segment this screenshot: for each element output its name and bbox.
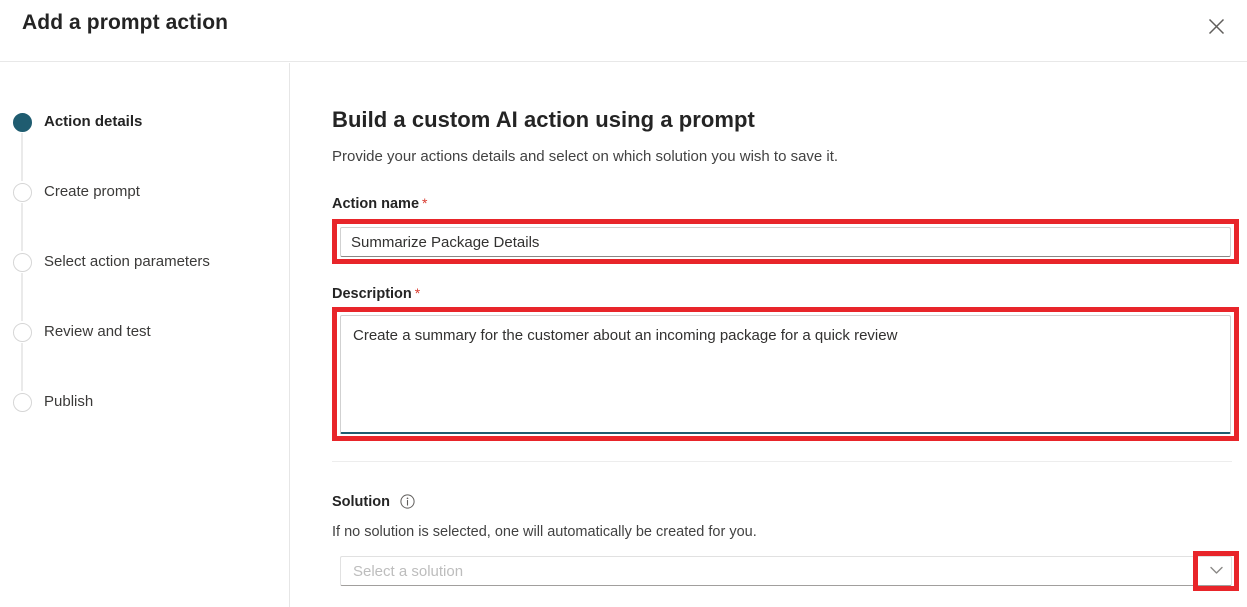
stepper-connector bbox=[21, 203, 23, 251]
close-button[interactable] bbox=[1197, 9, 1235, 43]
description-label: Description bbox=[332, 286, 412, 302]
dialog-title: Add a prompt action bbox=[22, 11, 229, 34]
solution-select[interactable]: Select a solution bbox=[332, 550, 1239, 592]
stepper-dot-empty-icon bbox=[12, 253, 32, 272]
solution-helper-text: If no solution is selected, one will aut… bbox=[332, 524, 757, 540]
stepper-item-create-prompt[interactable]: Create prompt bbox=[0, 181, 290, 251]
stepper-dot-empty-icon bbox=[12, 323, 32, 342]
solution-select-chevron-button[interactable] bbox=[1202, 556, 1232, 586]
stepper-marker bbox=[0, 321, 44, 391]
action-name-required-marker: * bbox=[422, 195, 428, 211]
description-field-group: Description * bbox=[332, 285, 1239, 447]
stepper-connector bbox=[21, 273, 23, 321]
page-subtitle: Provide your actions details and select … bbox=[332, 148, 839, 165]
solution-label: Solution bbox=[332, 494, 390, 510]
stepper-item-label: Publish bbox=[44, 393, 94, 410]
stepper-item-label: Create prompt bbox=[44, 183, 140, 200]
stepper-item-action-details[interactable]: Action details bbox=[0, 111, 290, 181]
stepper-dot-empty-icon bbox=[12, 183, 32, 202]
action-name-field-group: Action name * bbox=[332, 195, 1239, 273]
stepper-list: Action details Create prompt Select acti… bbox=[0, 63, 290, 431]
add-prompt-action-dialog: Add a prompt action Action details Creat… bbox=[0, 0, 1247, 607]
close-icon bbox=[1208, 18, 1225, 35]
stepper-dot-filled-icon bbox=[12, 113, 32, 132]
description-required-marker: * bbox=[414, 285, 421, 301]
stepper-item-select-action-parameters[interactable]: Select action parameters bbox=[0, 251, 290, 321]
stepper-marker bbox=[0, 251, 44, 321]
action-name-label: Action name bbox=[332, 196, 420, 212]
stepper-marker bbox=[0, 111, 44, 181]
stepper-connector bbox=[21, 343, 23, 391]
main-content: Build a custom AI action using a prompt … bbox=[290, 63, 1247, 607]
chevron-down-icon bbox=[1210, 562, 1223, 580]
content-inner: Build a custom AI action using a prompt … bbox=[332, 63, 1239, 592]
solution-select-input[interactable]: Select a solution bbox=[340, 556, 1212, 586]
stepper-item-label: Select action parameters bbox=[44, 253, 210, 270]
description-textarea[interactable] bbox=[340, 315, 1231, 434]
stepper-item-label: Action details bbox=[44, 113, 143, 130]
stepper-item-publish[interactable]: Publish bbox=[0, 391, 290, 431]
info-circle-icon[interactable] bbox=[400, 494, 416, 514]
stepper-marker bbox=[0, 181, 44, 251]
stepper-dot-empty-icon bbox=[12, 393, 32, 412]
stepper-connector bbox=[21, 133, 23, 181]
stepper-item-review-and-test[interactable]: Review and test bbox=[0, 321, 290, 391]
stepper-marker bbox=[0, 391, 44, 412]
page-title: Build a custom AI action using a prompt bbox=[332, 107, 755, 132]
wizard-stepper: Action details Create prompt Select acti… bbox=[0, 63, 290, 607]
solution-section: Solution If no solution is selected, one… bbox=[332, 461, 1239, 592]
section-divider bbox=[332, 461, 1232, 462]
action-name-input[interactable] bbox=[340, 227, 1231, 257]
dialog-header: Add a prompt action bbox=[0, 0, 1247, 62]
stepper-item-label: Review and test bbox=[44, 323, 151, 340]
